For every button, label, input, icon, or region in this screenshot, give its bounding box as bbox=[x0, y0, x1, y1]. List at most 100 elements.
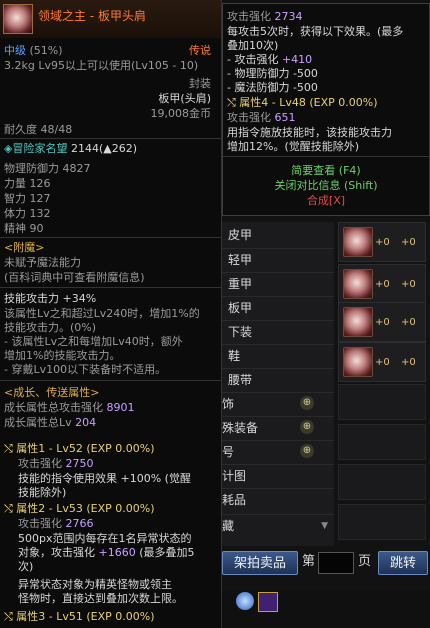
helmet-icon bbox=[343, 347, 373, 377]
attr-atk-value: 2750 bbox=[65, 457, 94, 470]
category-item-plate[interactable]: 板甲 bbox=[222, 296, 334, 318]
search-icon[interactable]: ⊕ bbox=[300, 444, 314, 458]
attr4-title: ⤭ 属性4 - Lv48 (EXP 0.00%) bbox=[227, 96, 429, 109]
stat-label: 智力 bbox=[4, 192, 26, 205]
slot-value: +0 bbox=[375, 237, 390, 248]
category-item-light[interactable]: 轻甲 bbox=[222, 248, 334, 270]
swap-icon: ⤭ bbox=[4, 502, 17, 515]
stat-label: 体力 bbox=[4, 207, 26, 220]
effect-line: - 物理防御力 -500 bbox=[227, 67, 318, 80]
item-type: 板甲(头肩) bbox=[158, 92, 211, 105]
category-label: 轻甲 bbox=[228, 253, 253, 267]
item-name: 领域之主 - 板甲头肩 bbox=[38, 9, 146, 23]
category-item-title[interactable]: 号 ⊕ bbox=[222, 440, 334, 462]
attr-atk-value: 651 bbox=[274, 111, 296, 124]
category-label: 殊装备 bbox=[222, 421, 259, 435]
growth-lv-value: 204 bbox=[75, 416, 97, 429]
category-label: 计图 bbox=[222, 469, 247, 483]
category-item-leather[interactable]: 皮甲 bbox=[222, 224, 334, 246]
category-item-heavy[interactable]: 重甲 bbox=[222, 272, 334, 294]
stat-value: 132 bbox=[29, 207, 51, 220]
slot-value: +0 bbox=[401, 279, 416, 290]
attr-atk-label: 攻击强化 bbox=[18, 457, 62, 470]
attr2-desc: 对象，攻击强化 bbox=[18, 546, 99, 559]
page-number-input[interactable] bbox=[318, 552, 354, 574]
item-tooltip: 领域之主 - 板甲头肩 中级 (51%) 传说 3.2kg Lv95以上可以使用… bbox=[0, 0, 222, 628]
auction-button[interactable]: 架拍卖品 bbox=[222, 551, 298, 575]
effect-line: 用指令施放技能时，该技能攻击力 bbox=[227, 126, 392, 139]
brief-view-link[interactable]: 简要查看 (F4) bbox=[223, 164, 429, 177]
helmet-icon bbox=[3, 4, 33, 34]
item-price: 19,008金币 bbox=[150, 107, 212, 120]
growth-lv-label: 成长属性总Lv bbox=[4, 416, 72, 429]
category-item-design[interactable]: 计图 bbox=[222, 464, 334, 486]
category-item-collection[interactable]: 藏 ▼ bbox=[222, 514, 334, 536]
category-item-consumable[interactable]: 耗品 bbox=[222, 488, 334, 510]
attr-atk-label: 攻击强化 bbox=[227, 10, 271, 23]
enchant-line: 未赋予魔法能力 bbox=[4, 256, 81, 269]
category-item-shoes[interactable]: 鞋 bbox=[222, 344, 334, 366]
slot-value: +0 bbox=[401, 357, 416, 368]
category-item-accessory[interactable]: 饰 ⊕ bbox=[222, 392, 334, 414]
fame-value: 2144(▲262) bbox=[70, 142, 138, 155]
empty-slot[interactable] bbox=[338, 424, 426, 460]
page-suffix: 页 bbox=[358, 554, 372, 569]
category-item-pants[interactable]: 下装 bbox=[222, 320, 334, 342]
search-icon[interactable]: ⊕ bbox=[300, 396, 314, 410]
attr2-desc: 怪物时，直接达到叠加次数上限。 bbox=[18, 592, 183, 605]
skill-note: 该属性Lv之和超过Lv240时，增加1%的 bbox=[4, 307, 200, 320]
synthesis-link[interactable]: 合成[X] bbox=[223, 194, 429, 207]
slot-value: +0 bbox=[375, 357, 390, 368]
empty-slot[interactable] bbox=[338, 384, 426, 420]
item-grade: 中级 bbox=[4, 44, 26, 57]
item-slot[interactable]: +0 +0 bbox=[338, 342, 426, 382]
slot-value: +0 bbox=[375, 279, 390, 290]
close-compare-link[interactable]: 关闭对比信息 (Shift) bbox=[223, 179, 429, 192]
effect-line: 每攻击5次时，获得以下效果。(最多 bbox=[227, 25, 404, 38]
growth-atk-label: 成长属性总攻击强化 bbox=[4, 401, 103, 414]
attr-atk-value: 2766 bbox=[65, 517, 94, 530]
search-icon[interactable]: ⊕ bbox=[300, 420, 314, 434]
item-slot[interactable]: +0 +0 bbox=[338, 302, 426, 342]
attr-atk-label: 攻击强化 bbox=[227, 111, 271, 124]
category-label: 耗品 bbox=[222, 493, 247, 507]
skill-note: - 穿戴Lv100以下装备时不适用。 bbox=[4, 363, 167, 376]
category-label: 号 bbox=[222, 445, 235, 459]
effect-line: 叠加10次) bbox=[227, 39, 279, 52]
item-slot[interactable]: +0 +0 bbox=[338, 264, 426, 304]
item-slot[interactable]: +0 +0 bbox=[338, 222, 426, 262]
attr1-desc: 技能的指令使用效果 +100% (觉醒 bbox=[18, 472, 191, 485]
category-label: 藏 bbox=[222, 519, 235, 533]
dropdown-icon[interactable]: ▼ bbox=[321, 515, 328, 537]
page-prefix: 第 bbox=[302, 554, 316, 569]
stat-value: 127 bbox=[29, 192, 51, 205]
category-item-belt[interactable]: 腰带 bbox=[222, 368, 334, 390]
jump-button[interactable]: 跳转 bbox=[378, 551, 428, 575]
slot-value: +0 bbox=[375, 317, 390, 328]
helmet-icon bbox=[343, 269, 373, 299]
skill-icon[interactable] bbox=[258, 592, 278, 612]
effect-line: - 魔法防御力 -500 bbox=[227, 81, 318, 94]
effect-line: 增加12%。(觉醒技能除外) bbox=[227, 140, 360, 153]
empty-slot[interactable] bbox=[338, 464, 426, 500]
effect-value: +410 bbox=[281, 53, 313, 66]
category-item-special[interactable]: 殊装备 ⊕ bbox=[222, 416, 334, 438]
fame-label: 冒险家名望 bbox=[12, 142, 68, 155]
skill-icon[interactable] bbox=[236, 592, 254, 610]
helmet-icon bbox=[343, 227, 373, 257]
skill-note: 增加1%的技能攻击力。 bbox=[4, 349, 121, 362]
attr-atk-label: 攻击强化 bbox=[18, 517, 62, 530]
swap-icon: ⤭ bbox=[4, 442, 17, 455]
stat-value: 4827 bbox=[62, 162, 91, 175]
stat-label: 物理防御力 bbox=[4, 162, 59, 175]
category-label: 重甲 bbox=[228, 277, 253, 291]
empty-slot[interactable] bbox=[338, 504, 426, 540]
enchant-line: (百科词典中可查看附魔信息) bbox=[4, 271, 145, 284]
category-label: 鞋 bbox=[228, 349, 241, 363]
skill-bar bbox=[222, 590, 430, 628]
attr-atk-value: 2734 bbox=[274, 10, 303, 23]
attr2-desc: (最多叠加5 bbox=[135, 546, 195, 559]
item-grade-pct: (51%) bbox=[29, 44, 63, 57]
stat-label: 精神 bbox=[4, 222, 26, 235]
swap-icon: ⤭ bbox=[227, 96, 240, 109]
